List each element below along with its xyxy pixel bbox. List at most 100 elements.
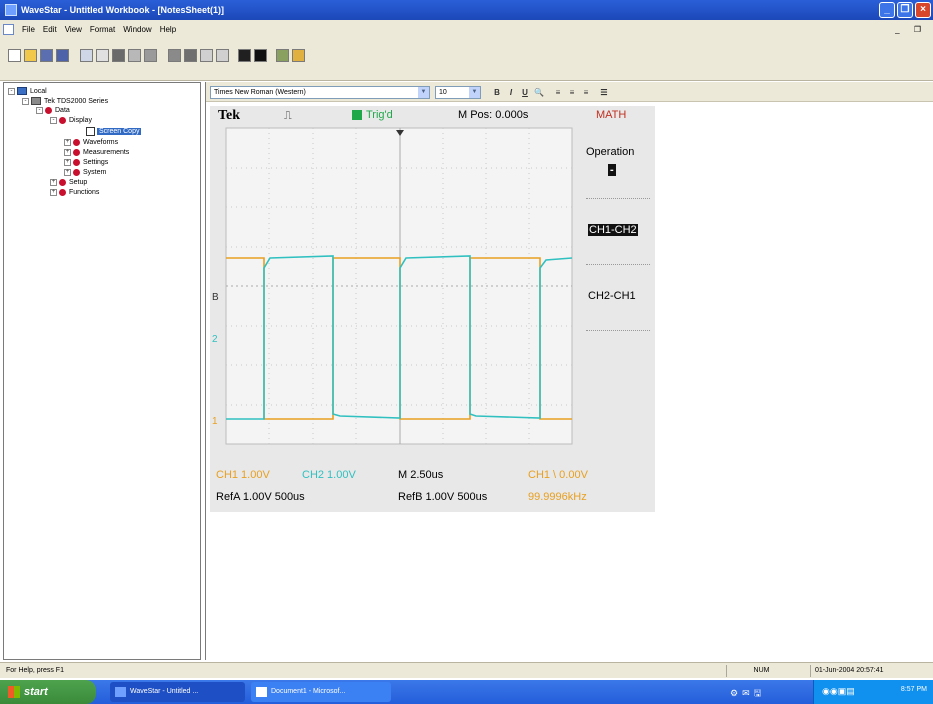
format-toolbar: Times New Roman (Western) ▼ 10 ▼ B I U 🔍…	[206, 82, 933, 102]
mdi-window-controls[interactable]: _ ❐	[895, 25, 927, 34]
tree-item-data[interactable]: - Data	[36, 107, 70, 114]
save-all-icon[interactable]	[56, 49, 69, 62]
system-tray: ◉◉▣▤ 8:57 PM	[813, 680, 933, 704]
tree-item-system[interactable]: + System	[64, 169, 106, 176]
trigger-status-icon	[352, 110, 362, 120]
tree-item-screen-copy[interactable]: Screen Copy	[86, 127, 142, 136]
menu-view[interactable]: View	[61, 25, 86, 34]
refa-readout: RefA 1.00V 500us	[216, 491, 305, 503]
ch1-ground-marker: 1	[212, 416, 218, 427]
red-dot-icon	[59, 117, 66, 124]
align-right-icon[interactable]: ≡	[580, 86, 592, 99]
font-name-select[interactable]: Times New Roman (Western) ▼	[210, 86, 430, 99]
menu-window[interactable]: Window	[119, 25, 155, 34]
paste-icon[interactable]	[112, 49, 125, 62]
option-ch1-minus-ch2[interactable]: CH1-CH2	[588, 224, 638, 236]
collapse-icon[interactable]: -	[8, 87, 15, 95]
main-toolbar	[0, 39, 933, 81]
status-bar: For Help, press F1 NUM 01-Jun-2004 20:57…	[0, 662, 933, 678]
open-folder-icon[interactable]	[24, 49, 37, 62]
red-dot-icon	[59, 189, 66, 196]
ch2-ground-marker: 2	[212, 334, 218, 345]
expand-icon[interactable]: +	[64, 159, 71, 166]
option-ch2-minus-ch1[interactable]: CH2-CH1	[588, 290, 636, 302]
stop-icon[interactable]	[254, 49, 267, 62]
menu-format[interactable]: Format	[86, 25, 119, 34]
restore-button[interactable]: ❐	[897, 2, 913, 18]
find-icon[interactable]: 🔍	[533, 86, 545, 99]
windows-logo-icon	[8, 686, 20, 698]
timebase: M 2.50us	[398, 469, 444, 481]
frequency-readout: 99.9996kHz	[528, 491, 587, 503]
status-help-text: For Help, press F1	[6, 667, 64, 674]
tree-item-setup[interactable]: + Setup	[50, 179, 87, 186]
italic-button[interactable]: I	[505, 86, 517, 99]
tek-logo: Tek	[218, 108, 241, 123]
toolbar-button-icon[interactable]	[168, 49, 181, 62]
close-button[interactable]: ×	[915, 2, 931, 18]
minimize-button[interactable]: _	[879, 2, 895, 18]
menu-edit[interactable]: Edit	[39, 25, 61, 34]
oscilloscope-icon	[31, 97, 41, 105]
quick-icons[interactable]: ⚙✉🖫	[730, 686, 790, 698]
toolbar-button-icon[interactable]	[216, 49, 229, 62]
collapse-icon[interactable]: -	[22, 97, 29, 105]
acquisition-icon: ⎍	[284, 110, 292, 122]
cut-icon[interactable]	[80, 49, 93, 62]
play-icon[interactable]	[238, 49, 251, 62]
font-size-select[interactable]: 10 ▼	[435, 86, 481, 99]
screenshot-icon	[86, 127, 95, 136]
expand-icon[interactable]: +	[64, 149, 71, 156]
tray-icons[interactable]: ◉◉▣▤	[822, 686, 855, 697]
math-ground-marker: B	[212, 292, 219, 303]
underline-button[interactable]: U	[519, 86, 531, 99]
task-document1[interactable]: Document1 - Microsof...	[251, 682, 391, 702]
tree-item-display[interactable]: - Display	[50, 117, 92, 124]
bold-button[interactable]: B	[491, 86, 503, 99]
align-left-icon[interactable]: ≡	[552, 86, 564, 99]
bullets-icon[interactable]: ☰	[598, 86, 610, 99]
expand-icon[interactable]: +	[64, 139, 71, 146]
expand-icon[interactable]: +	[50, 189, 57, 196]
collapse-icon[interactable]: -	[36, 107, 43, 114]
task-wavestar[interactable]: WaveStar - Untitled ...	[110, 682, 245, 702]
horizontal-position: M Pos: 0.000s	[458, 109, 529, 121]
connect-icon[interactable]	[276, 49, 289, 62]
collapse-icon[interactable]: -	[50, 117, 57, 124]
tree-item-settings[interactable]: + Settings	[64, 159, 108, 166]
tree-item-functions[interactable]: + Functions	[50, 189, 99, 196]
trigger-status: Trig'd	[366, 109, 393, 121]
num-lock-indicator: NUM	[726, 665, 796, 677]
computer-icon	[17, 87, 27, 95]
tree-item-waveforms[interactable]: + Waveforms	[64, 139, 118, 146]
menu-help[interactable]: Help	[156, 25, 180, 34]
oscilloscope-screen-copy[interactable]: B 2 1 Tek ⎍ Trig'd M Pos: 0.000s MATH Op…	[210, 106, 655, 512]
expand-icon[interactable]: +	[50, 179, 57, 186]
ch2-scale: CH2 1.00V	[302, 469, 356, 481]
expand-icon[interactable]: +	[64, 169, 71, 176]
tools-icon[interactable]	[292, 49, 305, 62]
align-center-icon[interactable]: ≡	[566, 86, 578, 99]
start-button[interactable]: start	[0, 680, 96, 704]
chevron-down-icon[interactable]: ▼	[418, 87, 429, 98]
menu-file[interactable]: File	[18, 25, 39, 34]
window-title: WaveStar - Untitled Workbook - [NotesShe…	[21, 5, 225, 15]
tree-item-measurements[interactable]: + Measurements	[64, 149, 129, 156]
toolbar-button-icon[interactable]	[144, 49, 157, 62]
math-side-menu: MATH Operation - CH1-CH2 CH2-CH1	[582, 106, 655, 466]
instrument-tree: - Local - Tek TDS2000 Series - Data - Di…	[3, 82, 201, 660]
toolbar-button-icon[interactable]	[184, 49, 197, 62]
new-icon[interactable]	[8, 49, 21, 62]
tree-item-tek-tds2000[interactable]: - Tek TDS2000 Series	[22, 97, 108, 105]
tree-item-local[interactable]: - Local	[8, 87, 47, 95]
word-task-icon	[256, 687, 267, 697]
ch1-scale: CH1 1.00V	[216, 469, 270, 481]
document-icon[interactable]	[3, 24, 14, 35]
toolbar-button-icon[interactable]	[200, 49, 213, 62]
chevron-down-icon[interactable]: ▼	[469, 87, 480, 98]
copy-icon[interactable]	[96, 49, 109, 62]
save-icon[interactable]	[40, 49, 53, 62]
refb-readout: RefB 1.00V 500us	[398, 491, 488, 503]
operation-value[interactable]: -	[608, 164, 616, 176]
toolbar-button-icon[interactable]	[128, 49, 141, 62]
